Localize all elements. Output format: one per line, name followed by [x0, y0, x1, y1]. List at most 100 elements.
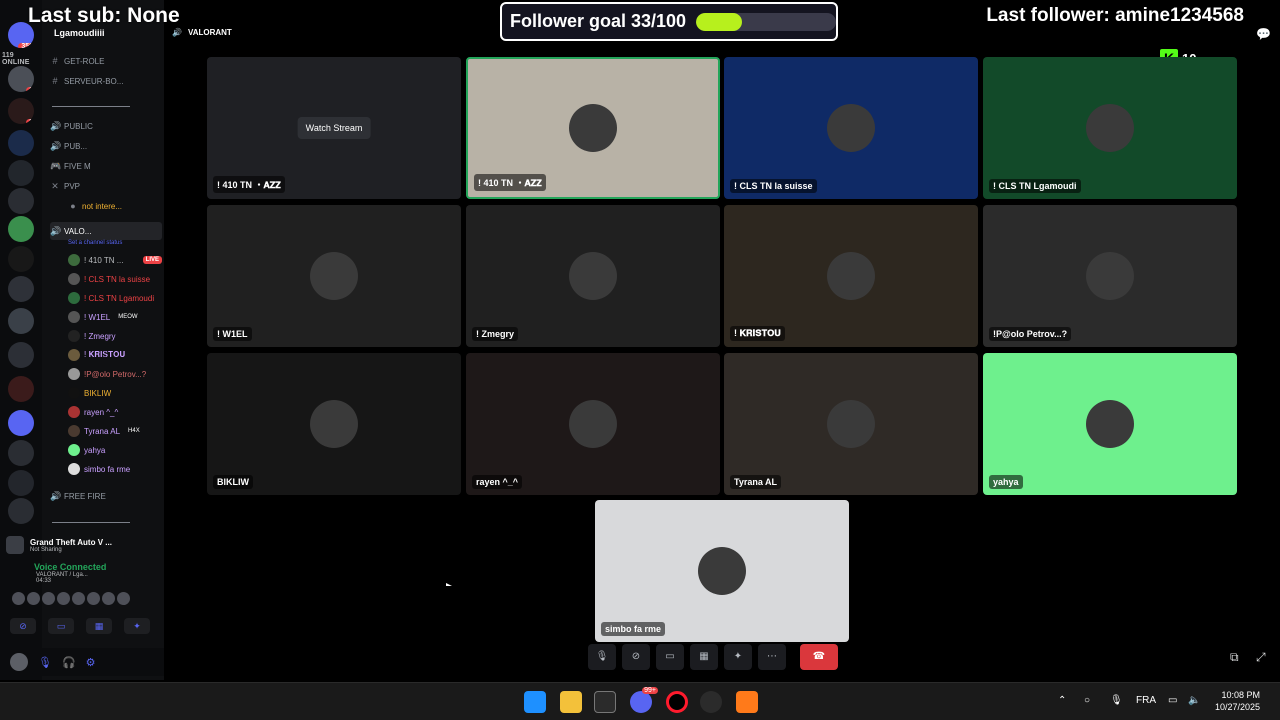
voice-member[interactable]: Tyrana AL H4X [68, 423, 162, 439]
voice-member[interactable]: ! 410 TN ... LIVE [68, 252, 162, 268]
server-name[interactable]: Lgamoudiiii [54, 28, 105, 38]
channel-valorant[interactable]: 🔊 VALO... [50, 222, 162, 240]
channel-pub[interactable]: 🔊 PUB... [50, 137, 162, 155]
chat-icon[interactable]: 💬 [1256, 27, 1271, 41]
server-icon[interactable] [8, 440, 34, 466]
channel-five-m[interactable]: 🎮 FIVE M [50, 157, 162, 175]
video-tile[interactable]: ! Zmegry [466, 205, 720, 347]
participant-name: ! W1EL [213, 327, 252, 341]
voice-member[interactable]: BIKLIW [68, 385, 162, 401]
file-explorer-icon[interactable] [560, 691, 582, 713]
video-tile[interactable]: !P@olo Petrov...? [983, 205, 1237, 347]
server-icon[interactable] [8, 160, 34, 186]
settings-icon[interactable]: ⚙ [86, 656, 96, 669]
avatar[interactable] [10, 653, 28, 671]
screen-share-icon[interactable]: ▭ [656, 644, 684, 670]
channel-public[interactable]: 🔊 PUBLIC [50, 117, 162, 135]
avatar[interactable] [72, 592, 85, 605]
mic-icon[interactable]: 🎙 [588, 644, 616, 670]
server-icon[interactable] [8, 130, 34, 156]
channel-status[interactable]: Set a channel status [68, 240, 122, 246]
popout-icon[interactable]: ⧉ [1230, 650, 1239, 665]
voice-member[interactable]: ! W1EL MEOW [68, 309, 162, 325]
server-icon[interactable] [8, 498, 34, 524]
voice-member[interactable]: !P@olo Petrov...? [68, 366, 162, 382]
language-indicator[interactable]: FRA [1136, 695, 1156, 706]
network-icon[interactable]: ▭ [1168, 695, 1177, 706]
avatar[interactable] [27, 592, 40, 605]
server-icon[interactable]: 3 [8, 98, 34, 124]
server-icon[interactable] [8, 276, 34, 302]
more-icon[interactable]: ⋯ [758, 644, 786, 670]
voice-member[interactable]: rayen ^_^ [68, 404, 162, 420]
tray-icon[interactable]: ○ [1084, 695, 1090, 706]
voice-member[interactable]: yahya [68, 442, 162, 458]
channel-serveur-bo[interactable]: # SERVEUR-BO... [50, 72, 162, 90]
avatar[interactable] [102, 592, 115, 605]
folder-icon[interactable] [8, 410, 34, 436]
video-tile[interactable]: ! W1EL [207, 205, 461, 347]
opera-icon[interactable] [666, 691, 688, 713]
voice-member[interactable]: ! CLS TN la suisse [68, 271, 162, 287]
avatar[interactable] [87, 592, 100, 605]
video-tile[interactable]: Tyrana AL [724, 353, 978, 495]
chevron-up-icon[interactable]: ⌃ [1058, 695, 1066, 706]
activities-icon[interactable]: ▦ [86, 618, 112, 634]
soundboard-icon[interactable]: ✦ [124, 618, 150, 634]
soundboard-icon[interactable]: ✦ [724, 644, 752, 670]
server-icon[interactable] [8, 188, 34, 214]
server-icon-selected[interactable] [8, 216, 34, 242]
avatar [698, 547, 746, 595]
video-tile[interactable]: yahya [983, 353, 1237, 495]
avatar[interactable] [57, 592, 70, 605]
video-tile[interactable]: BIKLIW [207, 353, 461, 495]
voice-member[interactable]: ! 𝐊𝐑𝐈𝐒𝐓𝐎𝐔 [68, 347, 162, 363]
server-icon[interactable] [8, 308, 34, 334]
avatar[interactable] [42, 592, 55, 605]
deafen-icon[interactable]: 🎧 [62, 656, 76, 669]
voice-member[interactable]: ! Zmegry [68, 328, 162, 344]
member-name: ! Zmegry [84, 331, 116, 341]
server-icon[interactable] [8, 342, 34, 368]
app-icon[interactable] [594, 691, 616, 713]
avatar[interactable] [117, 592, 130, 605]
camera-off-icon[interactable]: ⊘ [622, 644, 650, 670]
server-icon[interactable]: 1 [8, 66, 34, 92]
discord-icon[interactable]: 99+ [630, 687, 658, 713]
camera-off-icon[interactable]: ⊘ [10, 618, 36, 634]
video-tile[interactable]: ! CLS TN la suisse [724, 57, 978, 199]
clock[interactable]: 10:08 PM 10/27/2025 [1215, 689, 1260, 713]
video-tile[interactable]: Watch Stream ! 410 TN ・𝐀𝐙𝐙 [207, 57, 461, 199]
server-icon[interactable] [8, 246, 34, 272]
disconnect-button[interactable]: ☎ [800, 644, 838, 670]
channel-free-fire[interactable]: 🔊 FREE FIRE [50, 487, 162, 505]
voice-status[interactable]: Voice Connected [34, 562, 160, 572]
app-icon[interactable] [700, 691, 722, 713]
channel-pvp[interactable]: ✕ PVP [50, 177, 162, 195]
voice-member[interactable]: simbo fa rme [68, 461, 162, 477]
server-icon[interactable] [8, 376, 34, 402]
video-tile[interactable]: ! 𝐊𝐑𝐈𝐒𝐓𝐎𝐔 [724, 205, 978, 347]
mic-icon[interactable]: 🎙 [1110, 695, 1123, 706]
server-icon[interactable] [8, 470, 34, 496]
screen-share-icon[interactable]: ▭ [48, 618, 74, 634]
video-tile[interactable]: simbo fa rme [595, 500, 849, 642]
channel-get-role[interactable]: # GET-ROLE [50, 52, 162, 70]
video-tile[interactable]: rayen ^_^ [466, 353, 720, 495]
app-icon[interactable] [736, 691, 758, 713]
live-badge: LIVE [142, 256, 162, 264]
avatar [827, 252, 875, 300]
member-not-interested[interactable]: ● not intere... [68, 197, 162, 215]
watch-stream-button[interactable]: Watch Stream [297, 117, 371, 139]
game-activity[interactable]: Grand Theft Auto V ... Not Sharing [6, 532, 160, 558]
video-tile[interactable]: ! 410 TN ・𝐀𝐙𝐙 [466, 57, 720, 199]
mute-icon[interactable]: 🎙 [38, 656, 52, 669]
avatar[interactable] [12, 592, 25, 605]
video-tile[interactable]: ! CLS TN Lgamoudi [983, 57, 1237, 199]
avatar [310, 252, 358, 300]
activities-icon[interactable]: ▦ [690, 644, 718, 670]
voice-member[interactable]: ! CLS TN Lgamoudi [68, 290, 162, 306]
fullscreen-icon[interactable]: ⤢ [1256, 650, 1266, 665]
windows-start-icon[interactable] [524, 691, 546, 713]
volume-icon[interactable]: 🔈 [1188, 695, 1200, 706]
